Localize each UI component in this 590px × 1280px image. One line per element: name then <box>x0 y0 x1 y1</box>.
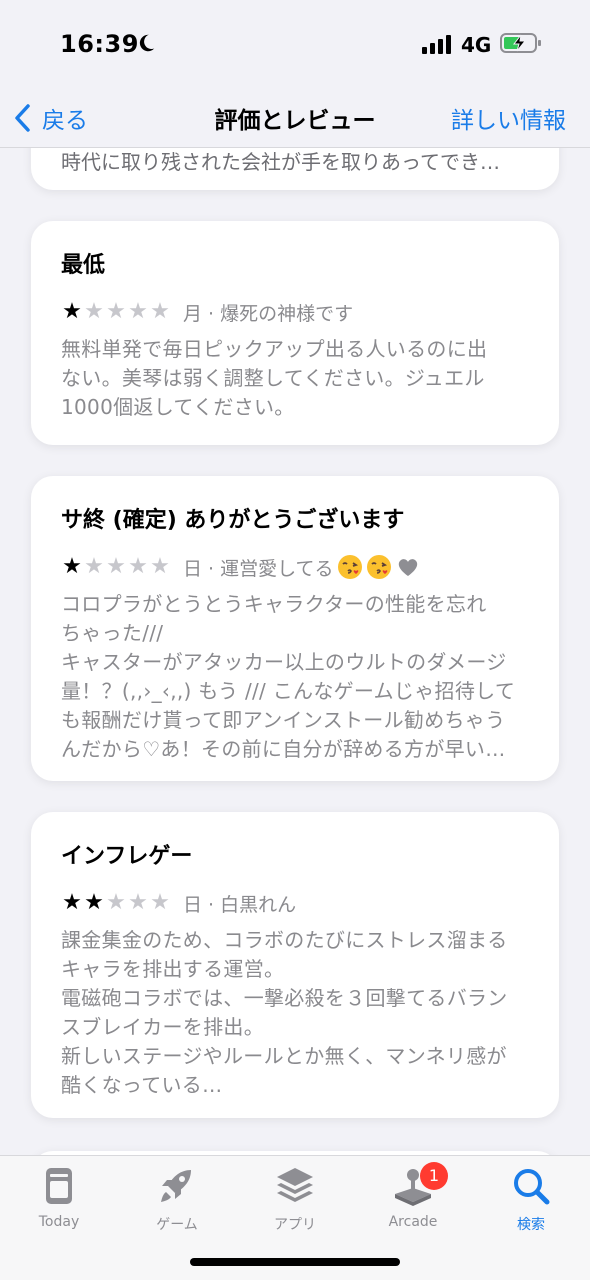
rocket-icon <box>161 1170 191 1202</box>
star-icon: ★ <box>128 554 148 579</box>
star-rating: ★ ★ ★ ★ ★ <box>61 555 171 579</box>
reviews-list[interactable]: 時代に取り残された会社が手を取りあってでき… 最低 ★ ★ ★ ★ ★ 月 · … <box>0 148 590 1155</box>
star-icon: ★ <box>62 554 82 579</box>
reviewer-info: 日 · 白黒れん <box>183 893 297 916</box>
tab-label: Arcade <box>388 1214 438 1230</box>
signal-strength-icon <box>422 35 451 54</box>
star-icon: ★ <box>106 554 126 579</box>
reviewer-name: 日 · 運営愛してる <box>183 557 334 580</box>
kiss-emoji-icon <box>337 555 362 579</box>
kiss-emoji-icon <box>366 555 391 579</box>
review-title: サ終 (確定) ありがとうございます <box>61 508 405 533</box>
star-icon: ★ <box>106 299 126 324</box>
layers-icon <box>277 1168 313 1202</box>
review-body: 無料単発で毎日ピックアップ出る人いるのに出 ない。美琴は弱く調整してください。ジ… <box>61 337 488 419</box>
tab-label: 検索 <box>517 1217 545 1233</box>
tab-arcade[interactable]: 1 Arcade <box>358 1162 468 1236</box>
status-time: 16:39 <box>60 30 139 58</box>
review-meta: ★ ★ ★ ★ ★ 月 · 爆死の神様です <box>61 297 529 327</box>
star-icon: ★ <box>84 890 104 915</box>
tab-games[interactable]: ゲーム <box>122 1164 232 1236</box>
review-title: インフレゲー <box>61 844 193 869</box>
tab-apps[interactable]: アプリ <box>240 1164 350 1236</box>
tab-label: アプリ <box>274 1217 316 1233</box>
network-label: 4G <box>461 33 492 57</box>
review-meta: ★ ★ ★ ★ ★ 日 · 白黒れん <box>61 888 529 918</box>
star-icon: ★ <box>62 890 82 915</box>
star-rating: ★ ★ ★ ★ ★ <box>61 891 171 915</box>
review-meta: ★ ★ ★ ★ ★ 日 · 運営愛してる <box>61 552 529 582</box>
review-body: 時代に取り残された会社が手を取りあってでき… <box>61 150 500 174</box>
reviewer-info: 月 · 爆死の神様です <box>183 302 354 325</box>
review-card[interactable]: インフレゲー ★ ★ ★ ★ ★ 日 · 白黒れん 課金集金のため、コラボのたび… <box>31 812 559 1118</box>
reviewer-info: 日 · 運営愛してる <box>183 554 421 581</box>
review-card-partial[interactable]: 時代に取り残された会社が手を取りあってでき… <box>31 148 559 190</box>
star-rating: ★ ★ ★ ★ ★ <box>61 300 171 324</box>
star-icon: ★ <box>84 554 104 579</box>
tab-search[interactable]: 検索 <box>476 1164 586 1236</box>
navigation-bar: 戻る 評価とレビュー 詳しい情報 <box>0 88 590 148</box>
battery-charging-icon <box>500 33 541 53</box>
star-icon: ★ <box>106 890 126 915</box>
moon-icon <box>139 34 155 52</box>
home-indicator <box>190 1258 400 1266</box>
status-bar: 16:39 4G <box>0 0 590 88</box>
details-link[interactable]: 詳しい情報 <box>451 101 566 135</box>
gray-heart-icon <box>398 559 417 576</box>
star-icon: ★ <box>62 299 82 324</box>
star-icon: ★ <box>150 890 170 915</box>
tab-today[interactable]: Today <box>4 1164 114 1236</box>
review-body: コロプラがとうとうキャラクターの性能を忘れ ちゃった/// キャスターがアタッカ… <box>61 592 516 761</box>
star-icon: ★ <box>128 890 148 915</box>
star-icon: ★ <box>84 299 104 324</box>
star-icon: ★ <box>150 299 170 324</box>
tab-label: Today <box>38 1214 80 1230</box>
review-title: 最低 <box>61 253 106 278</box>
review-card[interactable]: サ終 (確定) ありがとうございます ★ ★ ★ ★ ★ 日 · 運営愛してる <box>31 476 559 781</box>
today-icon <box>46 1168 72 1204</box>
notification-badge: 1 <box>420 1162 448 1190</box>
star-icon: ★ <box>128 299 148 324</box>
tab-label: ゲーム <box>156 1217 198 1233</box>
star-icon: ★ <box>150 554 170 579</box>
review-body: 課金集金のため、コラボのたびにストレス溜まる キャラを排出する運営。 電磁砲コラ… <box>61 928 508 1097</box>
search-icon <box>514 1169 550 1205</box>
review-card[interactable]: 最低 ★ ★ ★ ★ ★ 月 · 爆死の神様です 無料単発で毎日ピックアップ出る… <box>31 221 559 445</box>
